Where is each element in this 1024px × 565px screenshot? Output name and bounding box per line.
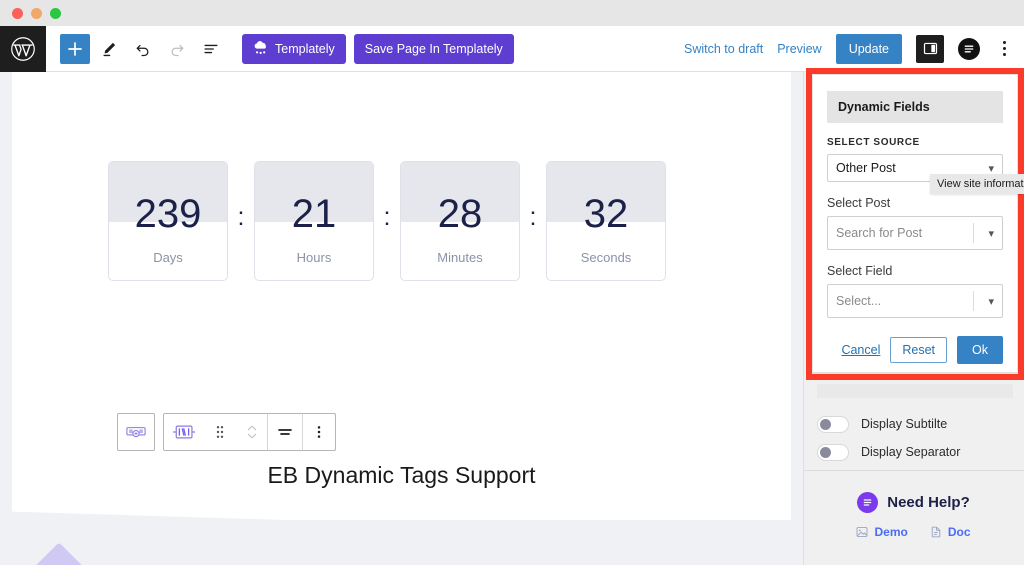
window-minimize-button[interactable] bbox=[31, 7, 42, 19]
need-help-title: Need Help? bbox=[887, 494, 970, 511]
display-separator-toggle[interactable] bbox=[817, 443, 849, 461]
toggle-row-display-separator[interactable]: Display Separator bbox=[817, 438, 1017, 466]
essential-blocks-icon[interactable] bbox=[958, 37, 980, 60]
window-close-button[interactable] bbox=[12, 7, 23, 19]
editor-toolbar: Templately Save Page In Templately Switc… bbox=[0, 25, 1024, 72]
countdown-label: Days bbox=[153, 250, 183, 265]
countdown-unit-seconds[interactable]: 32 Seconds bbox=[546, 161, 666, 281]
select-parent-group bbox=[117, 413, 155, 451]
need-help-title-row: Need Help? bbox=[857, 492, 970, 513]
countdown-label: Minutes bbox=[437, 250, 483, 265]
templately-button-label: Templately bbox=[275, 41, 335, 56]
purple-diamond-shape bbox=[12, 542, 106, 565]
align-text-icon[interactable] bbox=[268, 414, 303, 450]
select-field-placeholder: Select... bbox=[836, 294, 882, 308]
dynamic-fields-body: Dynamic Fields SELECT SOURCE Other Post … bbox=[813, 75, 1017, 372]
preview-button[interactable]: Preview bbox=[777, 42, 821, 56]
select-parent-block-icon[interactable] bbox=[118, 414, 154, 450]
ok-button[interactable]: Ok bbox=[957, 336, 1003, 364]
display-options-group: Display Subtilte Display Separator bbox=[817, 410, 1017, 466]
countdown-label: Hours bbox=[296, 250, 332, 265]
sidebar-divider bbox=[803, 470, 1024, 471]
chevron-down-icon: ▾ bbox=[988, 295, 994, 308]
select-field-label: Select Field bbox=[827, 264, 893, 278]
countdown-separator: : bbox=[383, 202, 391, 231]
countdown-separator: : bbox=[529, 202, 537, 231]
reset-button[interactable]: Reset bbox=[890, 337, 948, 363]
cancel-button[interactable]: Cancel bbox=[841, 343, 880, 357]
block-controls-group bbox=[163, 413, 336, 451]
add-block-icon[interactable] bbox=[60, 33, 90, 64]
input-divider bbox=[973, 291, 974, 311]
templately-icon bbox=[253, 41, 269, 56]
countdown-block[interactable]: 239 Days : 21 Hours : 28 Minutes : 32 Se… bbox=[108, 161, 666, 281]
dynamic-fields-title: Dynamic Fields bbox=[827, 91, 1003, 123]
block-options-icon[interactable] bbox=[303, 414, 335, 450]
doc-link[interactable]: Doc bbox=[930, 525, 971, 539]
update-button[interactable]: Update bbox=[835, 33, 902, 64]
edit-pencil-icon[interactable] bbox=[94, 34, 124, 64]
countdown-label: Seconds bbox=[580, 250, 632, 265]
select-source-label: SELECT SOURCE bbox=[827, 137, 920, 148]
dynamic-fields-modal: Dynamic Fields SELECT SOURCE Other Post … bbox=[812, 74, 1018, 374]
input-divider bbox=[973, 223, 974, 243]
display-separator-label: Display Separator bbox=[861, 445, 961, 459]
list-view-icon[interactable] bbox=[196, 34, 226, 64]
select-post-dropdown[interactable]: Search for Post ▾ bbox=[827, 216, 1003, 250]
dynamic-fields-actions: Cancel Reset Ok bbox=[827, 336, 1003, 364]
window-titlebar bbox=[0, 0, 1024, 26]
panel-toggle-icon[interactable] bbox=[916, 34, 944, 63]
toggle-row-display-subtitle[interactable]: Display Subtilte bbox=[817, 410, 1017, 438]
countdown-unit-days[interactable]: 239 Days bbox=[108, 161, 228, 281]
move-up-down-icon[interactable] bbox=[236, 414, 268, 450]
drag-handle-icon[interactable] bbox=[204, 414, 236, 450]
window-maximize-button[interactable] bbox=[50, 7, 61, 19]
page-heading: EB Dynamic Tags Support bbox=[267, 462, 536, 488]
toolbar-tools bbox=[46, 33, 226, 64]
demo-link-label: Demo bbox=[874, 525, 908, 539]
collapsed-panel-placeholder bbox=[817, 384, 1013, 398]
countdown-unit-minutes[interactable]: 28 Minutes bbox=[400, 161, 520, 281]
redo-icon[interactable] bbox=[162, 34, 192, 64]
doc-file-icon bbox=[930, 526, 942, 538]
select-post-placeholder: Search for Post bbox=[836, 226, 923, 240]
wordpress-logo[interactable] bbox=[0, 25, 46, 72]
templately-button[interactable]: Templately bbox=[242, 33, 346, 64]
page-content-area bbox=[12, 72, 791, 520]
kebab-menu-icon[interactable] bbox=[994, 41, 1014, 56]
need-help-links: Demo Doc bbox=[856, 525, 971, 539]
select-field-dropdown[interactable]: Select... ▾ bbox=[827, 284, 1003, 318]
undo-icon[interactable] bbox=[128, 34, 158, 64]
toolbar-right-actions: Switch to draft Preview Update bbox=[684, 33, 1024, 64]
app-window: Templately Save Page In Templately Switc… bbox=[0, 0, 1024, 565]
demo-image-icon bbox=[856, 526, 868, 538]
switch-to-draft-button[interactable]: Switch to draft bbox=[684, 42, 763, 56]
countdown-block-icon[interactable] bbox=[164, 414, 204, 450]
select-post-label: Select Post bbox=[827, 196, 891, 210]
block-toolbar bbox=[117, 413, 336, 451]
countdown-value: 239 bbox=[134, 192, 202, 236]
countdown-value: 28 bbox=[437, 192, 483, 236]
countdown-value: 32 bbox=[583, 192, 629, 236]
doc-link-label: Doc bbox=[947, 525, 971, 539]
chevron-down-icon: ▾ bbox=[988, 227, 994, 240]
editor-canvas: 239 Days : 21 Hours : 28 Minutes : 32 Se… bbox=[0, 72, 803, 565]
save-page-in-templately-button[interactable]: Save Page In Templately bbox=[353, 33, 514, 64]
display-subtitle-toggle[interactable] bbox=[817, 415, 849, 433]
countdown-separator: : bbox=[237, 202, 245, 231]
demo-link[interactable]: Demo bbox=[856, 525, 908, 539]
countdown-unit-hours[interactable]: 21 Hours bbox=[254, 161, 374, 281]
view-site-information-tooltip: View site informati bbox=[930, 174, 1024, 194]
chevron-down-icon: ▾ bbox=[988, 162, 994, 175]
need-help-section: Need Help? Demo Doc bbox=[803, 492, 1024, 539]
select-source-value: Other Post bbox=[836, 161, 896, 175]
modal-horizontal-scrollbar[interactable] bbox=[813, 372, 1017, 373]
display-subtitle-label: Display Subtilte bbox=[861, 417, 948, 431]
countdown-value: 21 bbox=[291, 192, 337, 236]
essential-blocks-logo bbox=[857, 492, 879, 513]
